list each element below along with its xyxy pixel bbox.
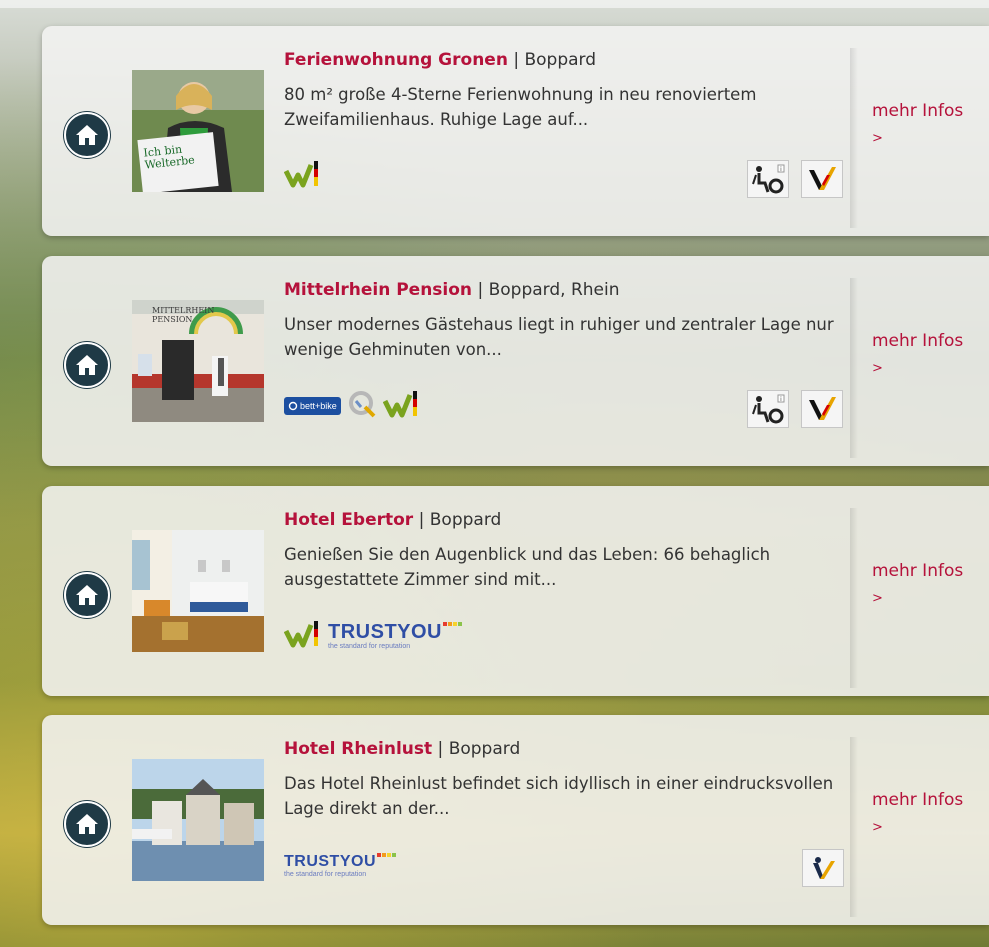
listing-photo[interactable] <box>132 530 264 652</box>
home-icon[interactable] <box>64 572 110 618</box>
trustyou-logo: TRUSTYOU the standard for reputation <box>284 852 397 878</box>
listing-title: Hotel Ebertor | Boppard <box>284 510 501 530</box>
card-divider <box>850 278 858 458</box>
welterbe-logo <box>283 617 322 655</box>
listing-card: Ich bin Welterbe Ferienwohnung Gronen | … <box>42 26 989 236</box>
listing-location: Boppard <box>448 739 521 759</box>
listing-description: Genießen Sie den Augenblick und das Lebe… <box>284 545 771 589</box>
card-divider <box>850 48 858 228</box>
card-divider <box>850 737 858 917</box>
amenity-badges: i <box>747 390 843 428</box>
more-info-link[interactable]: mehr Infos > <box>872 787 963 841</box>
listing-location: Boppard <box>429 510 502 530</box>
welterbe-logo <box>283 157 322 195</box>
listing-card: MITTELRHEIN PENSION Mittelrhein Pension … <box>42 256 989 466</box>
certification-logos: TRUSTYOU the standard for reputation <box>283 617 463 655</box>
title-separator: | <box>432 739 449 759</box>
trustyou-tagline: the standard for reputation <box>284 870 367 878</box>
title-separator: | <box>472 280 489 300</box>
listing-photo[interactable]: MITTELRHEIN PENSION <box>132 300 264 422</box>
more-info-label[interactable]: mehr Infos <box>872 558 963 585</box>
wheelchair-accessibility-icon[interactable]: i <box>747 160 789 198</box>
wheelchair-accessibility-icon[interactable]: i <box>747 390 789 428</box>
listing-photo[interactable] <box>132 759 264 881</box>
certification-logos <box>283 157 322 195</box>
trustyou-label: TRUSTYOU <box>284 852 376 870</box>
listing-name-link[interactable]: Mittelrhein Pension <box>284 280 472 300</box>
trustyou-tagline: the standard for reputation <box>328 643 411 650</box>
card-divider <box>850 508 858 688</box>
listing-card: Hotel Ebertor | Boppard Genießen Sie den… <box>42 486 989 696</box>
q-quality-logo <box>347 389 377 423</box>
more-info-arrow[interactable]: > <box>872 355 963 382</box>
listing-title: Ferienwohnung Gronen | Boppard <box>284 50 596 70</box>
listing-location: Boppard, Rhein <box>488 280 620 300</box>
certification-logos: TRUSTYOU the standard for reputation <box>284 849 397 881</box>
listing-location: Boppard <box>524 50 597 70</box>
v-check-icon[interactable] <box>801 390 843 428</box>
photo-sign-text: MITTELRHEIN PENSION <box>152 306 215 324</box>
more-info-label[interactable]: mehr Infos <box>872 787 963 814</box>
listing-name-link[interactable]: Ferienwohnung Gronen <box>284 50 508 70</box>
v-check-icon[interactable] <box>801 160 843 198</box>
v-check-icon[interactable] <box>802 849 844 887</box>
more-info-link[interactable]: mehr Infos > <box>872 558 963 612</box>
more-info-label[interactable]: mehr Infos <box>872 328 963 355</box>
listing-title: Mittelrhein Pension | Boppard, Rhein <box>284 280 620 300</box>
listing-title: Hotel Rheinlust | Boppard <box>284 739 520 759</box>
listing-description: Unser modernes Gästehaus liegt in ruhige… <box>284 315 834 359</box>
bett-bike-logo: bett+bike <box>284 397 341 415</box>
more-info-arrow[interactable]: > <box>872 585 963 612</box>
more-info-link[interactable]: mehr Infos > <box>872 98 963 152</box>
certification-logos: bett+bike <box>284 390 421 422</box>
bett-bike-label: bett+bike <box>300 401 337 411</box>
title-separator: | <box>507 50 525 70</box>
top-bar <box>0 0 989 8</box>
home-icon[interactable] <box>64 112 110 158</box>
title-separator: | <box>413 510 430 530</box>
more-info-label[interactable]: mehr Infos <box>872 98 963 125</box>
listing-photo[interactable]: Ich bin Welterbe <box>132 70 264 192</box>
welterbe-logo <box>382 387 421 425</box>
amenity-badges <box>802 849 844 887</box>
listing-name-link[interactable]: Hotel Ebertor <box>284 510 413 530</box>
trustyou-label: TRUSTYOU <box>328 621 442 643</box>
listing-description: 80 m² große 4-Sterne Ferienwohnung in ne… <box>284 85 757 129</box>
listing-card: Hotel Rheinlust | Boppard Das Hotel Rhei… <box>42 715 989 925</box>
trustyou-logo: TRUSTYOU the standard for reputation <box>328 622 463 650</box>
listing-name-link[interactable]: Hotel Rheinlust <box>284 739 432 759</box>
home-icon[interactable] <box>64 801 110 847</box>
listing-description: Das Hotel Rheinlust befindet sich idylli… <box>284 774 834 818</box>
more-info-arrow[interactable]: > <box>872 814 963 841</box>
amenity-badges: i <box>747 160 843 198</box>
more-info-arrow[interactable]: > <box>872 125 963 152</box>
more-info-link[interactable]: mehr Infos > <box>872 328 963 382</box>
home-icon[interactable] <box>64 342 110 388</box>
